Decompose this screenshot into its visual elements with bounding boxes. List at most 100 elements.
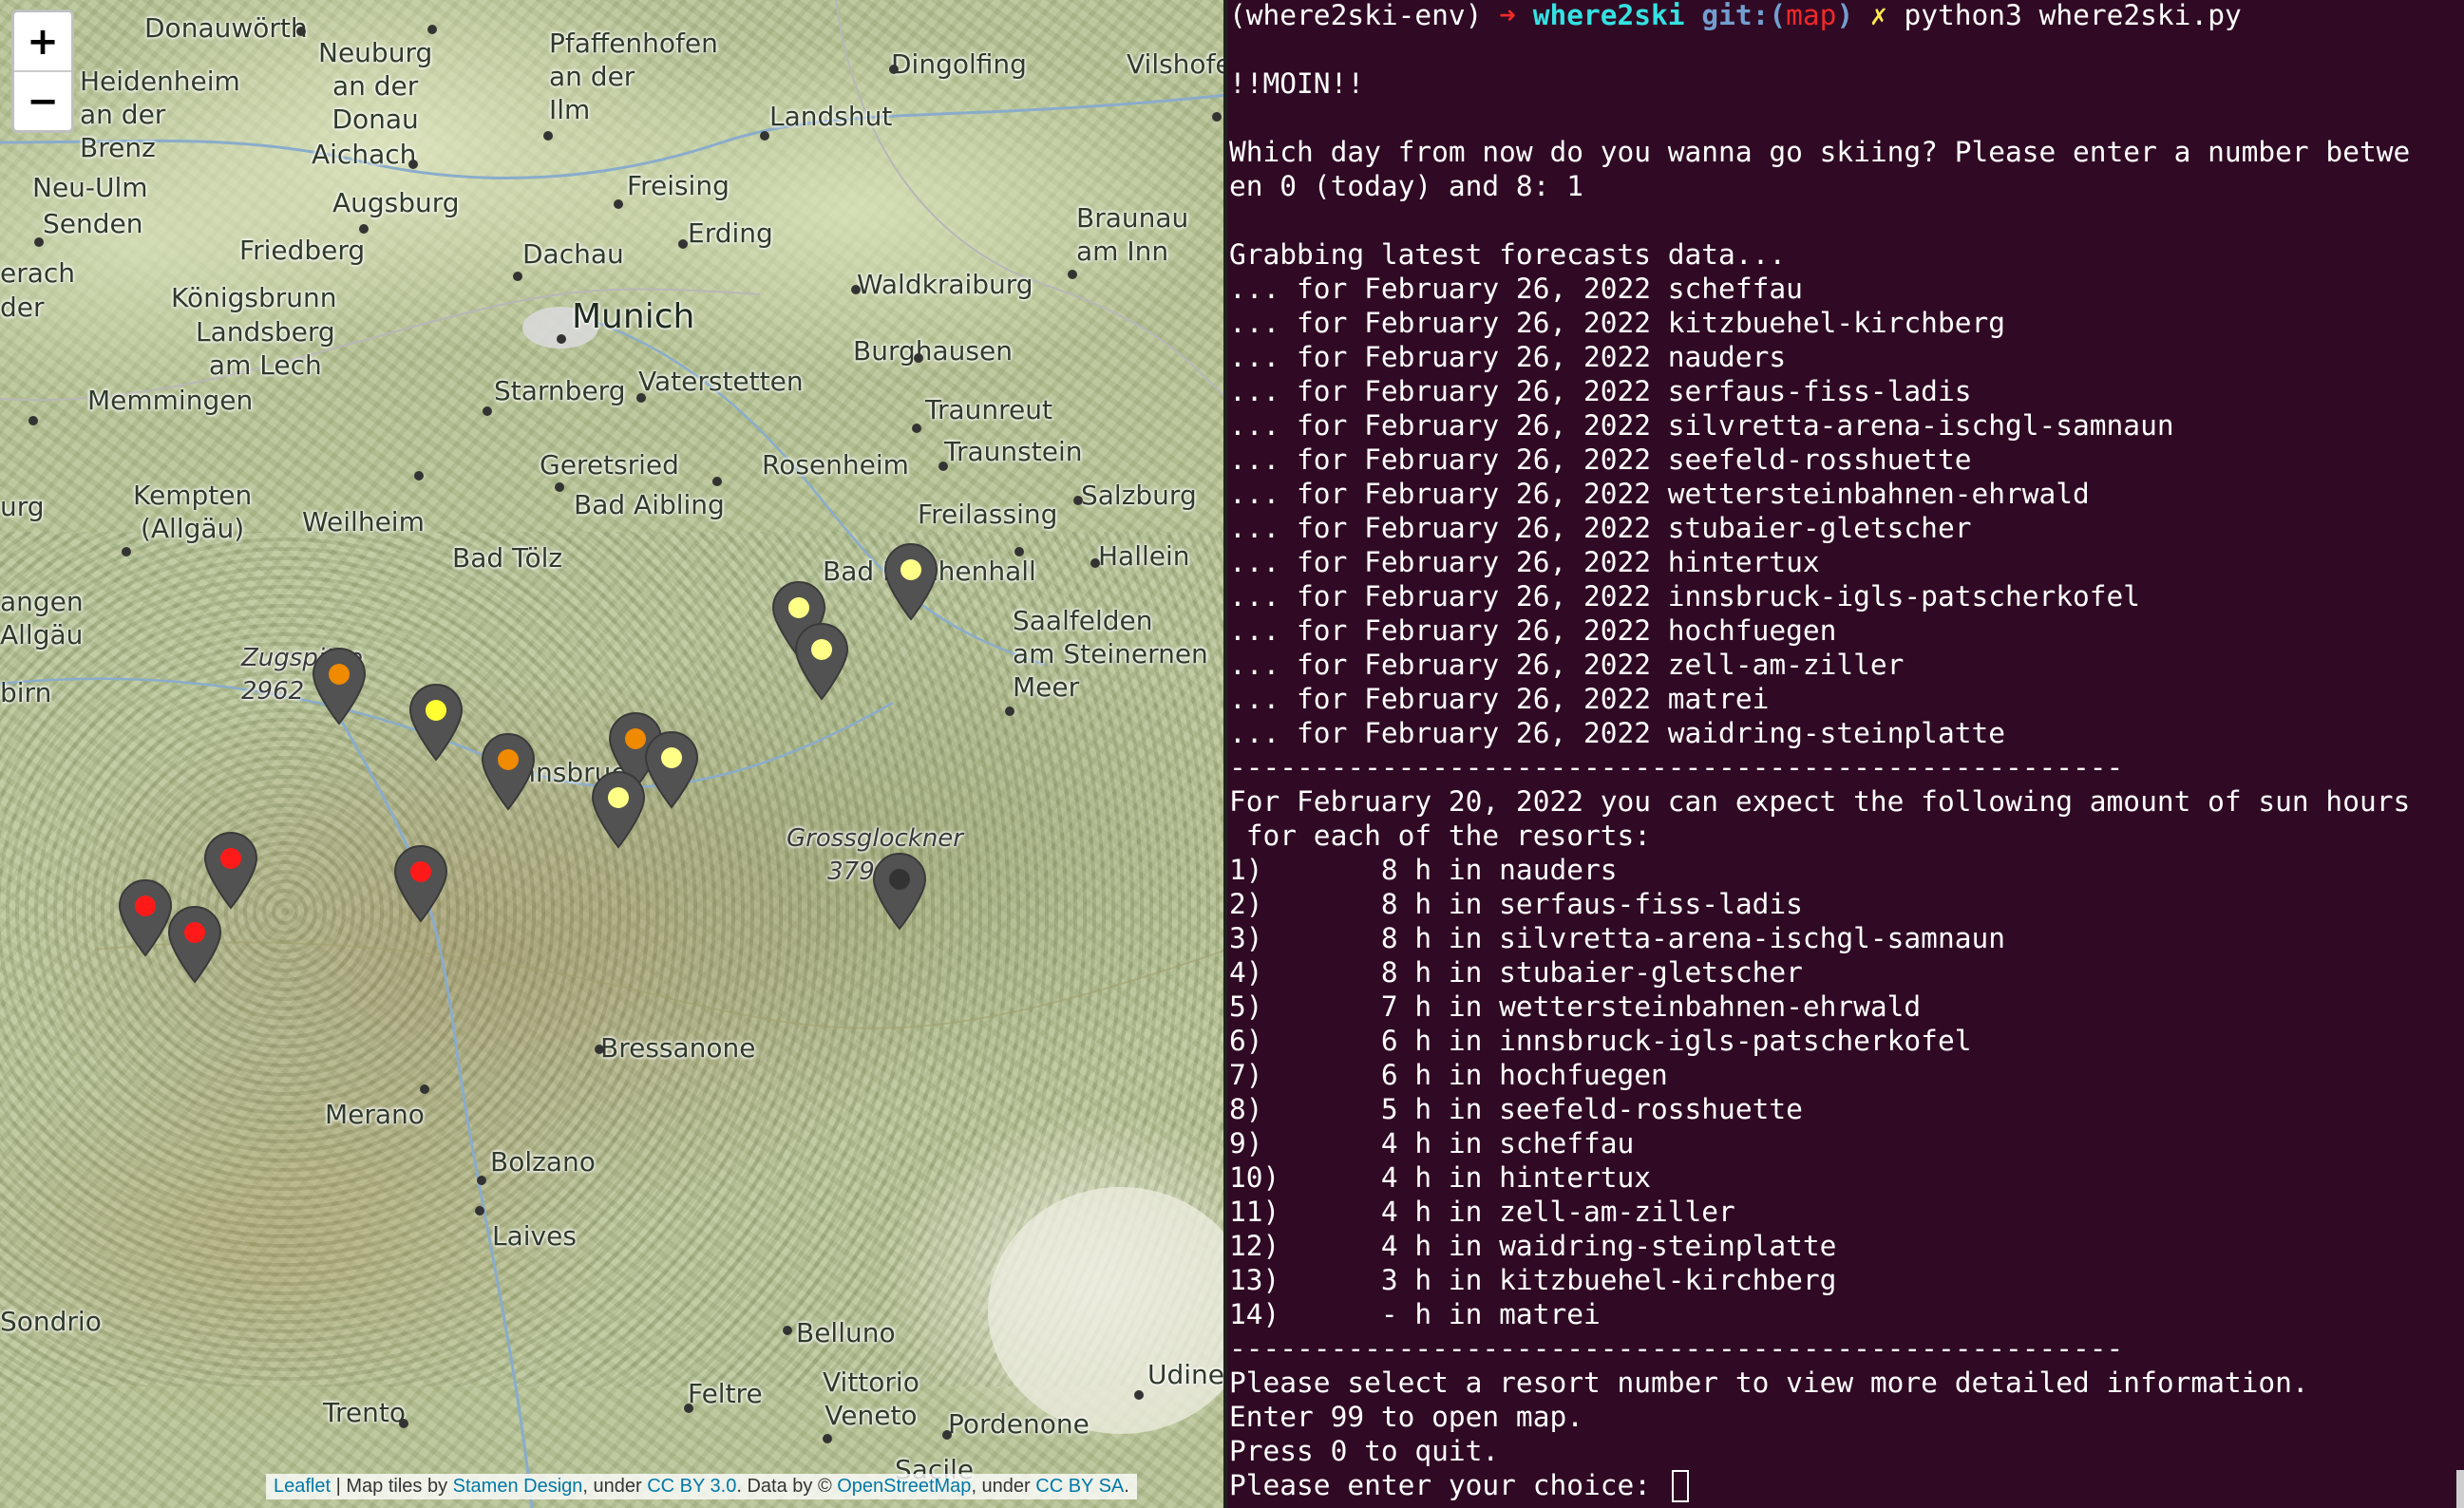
resort-marker[interactable] bbox=[165, 904, 224, 984]
attribution-text: . bbox=[1124, 1476, 1129, 1497]
resort-marker[interactable] bbox=[391, 843, 450, 923]
result-line: 7) 6 h in hochfuegen bbox=[1229, 1059, 1668, 1091]
result-line: 9) 4 h in scheffau bbox=[1229, 1127, 1635, 1159]
city-label: Bressanone bbox=[600, 1032, 756, 1064]
resort-marker[interactable] bbox=[201, 830, 260, 910]
forecast-line: ... for February 26, 2022 innsbruck-igls… bbox=[1229, 580, 2141, 613]
city-label: Saalfelden am Steinernen Meer bbox=[1013, 605, 1208, 703]
city-label: Memmingen bbox=[87, 385, 254, 416]
marker-dot bbox=[889, 869, 910, 890]
city-label: Augsburg bbox=[332, 187, 460, 218]
city-label: Heidenheim an der Brenz bbox=[80, 66, 240, 163]
result-line: 13) 3 h in kitzbuehel-kirchberg bbox=[1229, 1264, 1837, 1296]
prompt-git: git:( bbox=[1701, 0, 1787, 31]
city-label: Bad Aibling bbox=[574, 489, 725, 520]
forecast-line: ... for February 26, 2022 matrei bbox=[1229, 683, 1770, 715]
resort-marker[interactable] bbox=[479, 731, 538, 811]
city-dot bbox=[513, 272, 522, 281]
city-dot bbox=[678, 239, 688, 249]
marker-dot bbox=[661, 747, 682, 768]
city-dot bbox=[1005, 707, 1014, 716]
terminal-line: !!MOIN!! bbox=[1229, 67, 1365, 100]
city-label: Waldkraiburg bbox=[857, 269, 1033, 300]
city-dot bbox=[684, 1404, 693, 1413]
city-dot bbox=[1212, 112, 1222, 122]
cc-by-link[interactable]: CC BY 3.0 bbox=[647, 1476, 736, 1497]
city-label: Traunreut bbox=[925, 394, 1052, 425]
city-label: Landshut bbox=[769, 101, 893, 132]
city-dot bbox=[760, 131, 769, 141]
city-label: Weilheim bbox=[302, 506, 425, 537]
marker-dot bbox=[788, 597, 809, 618]
city-label: Salzburg bbox=[1081, 480, 1197, 511]
resort-marker[interactable] bbox=[407, 682, 465, 762]
zoom-out-button[interactable]: − bbox=[14, 72, 71, 130]
city-label: Starnberg bbox=[494, 375, 626, 406]
city-label: Vittorio Veneto bbox=[823, 1367, 919, 1431]
terminal-pane[interactable]: (where2ski-env) ➜ where2ski git:(map) ✗ … bbox=[1227, 0, 2464, 1508]
city-label: Trento bbox=[323, 1397, 406, 1428]
terminal-line: For February 20, 2022 you can expect the… bbox=[1229, 785, 2411, 818]
city-label: Belluno bbox=[796, 1317, 896, 1348]
city-dot bbox=[408, 160, 418, 169]
terminal-line: Press 0 to quit. bbox=[1229, 1435, 1500, 1467]
map-pane[interactable]: Donauwörth Neuburg an der Donau Pfaffenh… bbox=[0, 0, 1227, 1508]
city-label: Friedberg bbox=[239, 235, 366, 266]
city-dot bbox=[122, 547, 131, 556]
attribution-text: | Map tiles by bbox=[331, 1476, 453, 1497]
zoom-in-button[interactable]: + bbox=[14, 12, 71, 72]
result-line: 2) 8 h in serfaus-fiss-ladis bbox=[1229, 888, 1803, 920]
city-dot bbox=[914, 353, 923, 363]
osm-link[interactable]: OpenStreetMap bbox=[837, 1476, 971, 1497]
forecast-line: ... for February 26, 2022 stubaier-glets… bbox=[1229, 512, 1972, 544]
result-line: 14) - h in matrei bbox=[1229, 1298, 1601, 1330]
stamen-link[interactable]: Stamen Design bbox=[453, 1476, 583, 1497]
leaflet-link[interactable]: Leaflet bbox=[274, 1476, 331, 1497]
city-dot bbox=[359, 224, 369, 234]
forecast-line: ... for February 26, 2022 wettersteinbah… bbox=[1229, 478, 2090, 510]
marker-dot bbox=[900, 559, 921, 580]
city-dot bbox=[1073, 496, 1083, 505]
city-label: Burghausen bbox=[853, 335, 1013, 367]
cc-by-sa-link[interactable]: CC BY SA bbox=[1035, 1476, 1124, 1497]
marker-dot bbox=[220, 848, 241, 869]
marker-dot bbox=[498, 749, 519, 770]
city-label: Senden bbox=[43, 208, 143, 239]
attribution-text: , under bbox=[971, 1476, 1036, 1497]
resort-marker[interactable] bbox=[589, 769, 648, 849]
input-prompt-line[interactable]: Please enter your choice: bbox=[1229, 1468, 1689, 1502]
city-label: Hallein bbox=[1098, 540, 1190, 572]
city-label: Munich bbox=[572, 297, 695, 336]
city-dot bbox=[636, 393, 646, 403]
resort-marker[interactable] bbox=[642, 729, 701, 809]
shell-prompt: (where2ski-env) ➜ where2ski git:(map) ✗ … bbox=[1229, 0, 2242, 32]
city-dot bbox=[851, 285, 861, 294]
city-label: Donauwörth bbox=[144, 12, 308, 44]
resort-marker[interactable] bbox=[310, 646, 369, 726]
prompt-dirty-icon: ✗ bbox=[1869, 0, 1887, 31]
forecast-line: ... for February 26, 2022 zell-am-ziller bbox=[1229, 649, 1905, 681]
city-label: birn bbox=[0, 677, 52, 708]
city-label: erach bbox=[0, 257, 76, 289]
resort-marker[interactable] bbox=[792, 621, 851, 701]
city-dot bbox=[557, 334, 566, 344]
city-label: Pordenone bbox=[948, 1408, 1090, 1440]
city-label: Rosenheim bbox=[762, 449, 909, 481]
city-dot bbox=[420, 1084, 429, 1094]
city-label: Aichach bbox=[312, 139, 417, 170]
prompt-dir: where2ski bbox=[1532, 0, 1685, 31]
text-cursor[interactable] bbox=[1671, 1470, 1689, 1502]
city-label: Freising bbox=[627, 170, 730, 201]
city-dot bbox=[823, 1434, 832, 1443]
city-label: urg bbox=[0, 491, 45, 522]
city-label: Königsbrunn bbox=[171, 282, 337, 313]
marker-dot bbox=[135, 895, 156, 916]
city-label: Vilshofen bbox=[1127, 48, 1227, 80]
city-dot bbox=[889, 65, 899, 74]
resort-marker[interactable] bbox=[881, 541, 940, 621]
city-dot bbox=[555, 482, 564, 492]
zoom-control: + − bbox=[11, 9, 74, 133]
terminal-scrollbar[interactable] bbox=[2456, 1470, 2464, 1508]
resort-marker[interactable] bbox=[870, 851, 929, 931]
terminal-line: Grabbing latest forecasts data... bbox=[1229, 238, 1787, 271]
